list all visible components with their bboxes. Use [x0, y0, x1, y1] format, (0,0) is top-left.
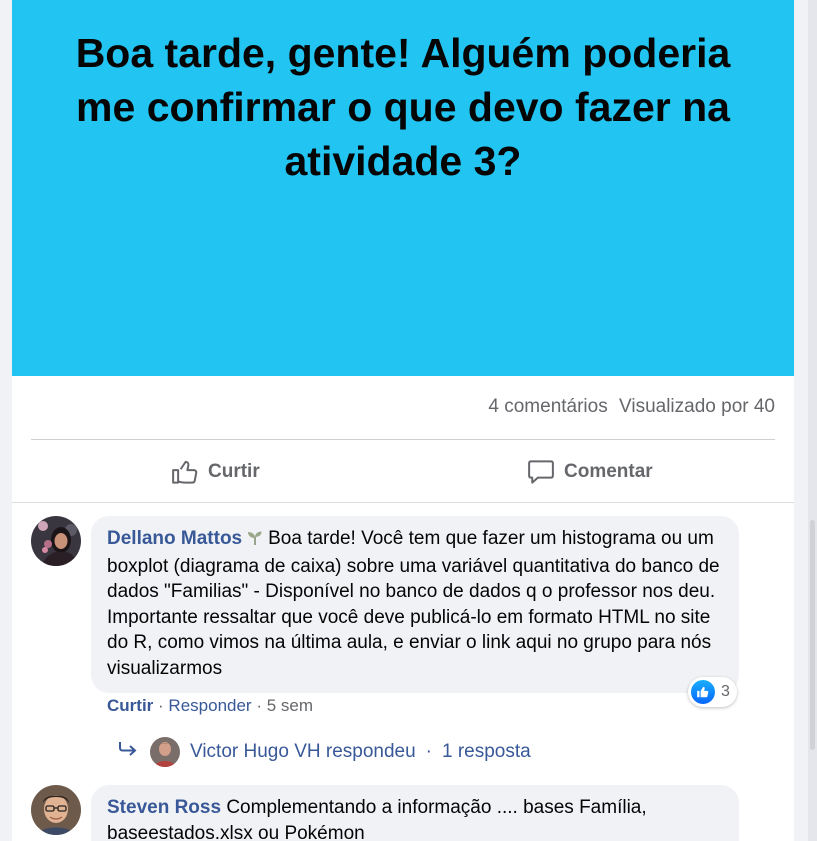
- reply-count: 1 resposta: [442, 741, 531, 762]
- comment-author[interactable]: Steven Ross: [107, 797, 221, 818]
- post-card: Boa tarde, gente! Alguém poderia me conf…: [12, 0, 794, 841]
- scrollbar-thumb[interactable]: [810, 520, 815, 750]
- comment-label: Comentar: [564, 461, 653, 482]
- comment-button[interactable]: Comentar: [526, 452, 653, 492]
- reaction-count: 3: [721, 683, 730, 700]
- divider: [12, 502, 794, 503]
- like-label: Curtir: [208, 461, 260, 482]
- like-reaction-icon: [691, 680, 715, 704]
- comment-bubble: Dellano Mattos Boa tarde! Você tem que fa…: [91, 516, 739, 693]
- avatar[interactable]: [31, 785, 81, 835]
- post-stats: 4 comentários Visualizado por 40: [482, 396, 775, 418]
- post-background: Boa tarde, gente! Alguém poderia me conf…: [12, 0, 794, 376]
- thumbs-up-icon: [170, 457, 200, 487]
- like-button[interactable]: Curtir: [170, 452, 260, 492]
- post-text: Boa tarde, gente! Alguém poderia me conf…: [75, 30, 731, 184]
- reaction-badge[interactable]: 3: [688, 677, 737, 707]
- comment-icon: [526, 457, 556, 487]
- comment-bubble: Steven Ross Complementando a informação …: [91, 785, 739, 841]
- separator: ·: [425, 741, 432, 762]
- comment-reply-link[interactable]: Responder: [168, 696, 251, 715]
- comment-like-link[interactable]: Curtir: [107, 696, 153, 715]
- divider: [31, 439, 775, 440]
- plant-icon: [246, 528, 264, 554]
- replier-name: Victor Hugo VH respondeu: [190, 741, 416, 762]
- comment-author[interactable]: Dellano Mattos: [107, 528, 242, 549]
- separator: ·: [158, 696, 164, 715]
- comment-time[interactable]: 5 sem: [267, 696, 313, 715]
- avatar[interactable]: [31, 516, 81, 566]
- replier-avatar: [150, 737, 180, 767]
- reply-arrow-icon: [118, 740, 140, 764]
- comments-count[interactable]: 4 comentários: [488, 396, 607, 417]
- views-count[interactable]: Visualizado por 40: [619, 396, 775, 417]
- replies-summary[interactable]: Victor Hugo VH respondeu · 1 resposta: [118, 737, 531, 767]
- left-page-strip: [0, 0, 12, 841]
- separator: ·: [256, 696, 262, 715]
- comment-meta: Curtir · Responder · 5 sem: [107, 696, 313, 716]
- comment-text: Boa tarde! Você tem que fazer um histogr…: [107, 528, 720, 679]
